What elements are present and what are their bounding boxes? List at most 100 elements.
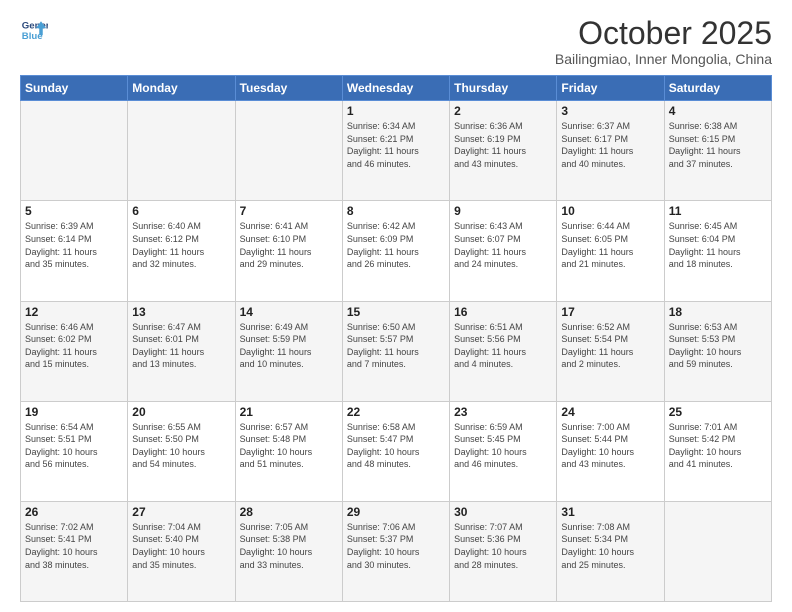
table-row: 14 Sunrise: 6:49 AM Sunset: 5:59 PM Dayli… [235,301,342,401]
table-row [235,101,342,201]
day-number: 22 [347,405,445,419]
day-number: 3 [561,104,659,118]
day-info: Sunrise: 6:46 AM Sunset: 6:02 PM Dayligh… [25,321,123,371]
table-row [21,101,128,201]
table-row: 19 Sunrise: 6:54 AM Sunset: 5:51 PM Dayli… [21,401,128,501]
day-info: Sunrise: 6:55 AM Sunset: 5:50 PM Dayligh… [132,421,230,471]
day-info: Sunrise: 6:41 AM Sunset: 6:10 PM Dayligh… [240,220,338,270]
table-row [664,501,771,601]
day-number: 7 [240,204,338,218]
day-info: Sunrise: 7:01 AM Sunset: 5:42 PM Dayligh… [669,421,767,471]
table-row: 31 Sunrise: 7:08 AM Sunset: 5:34 PM Dayli… [557,501,664,601]
table-row: 24Sunrise: 7:00 AM Sunset: 5:44 PM Dayli… [557,401,664,501]
day-info: Sunrise: 7:06 AM Sunset: 5:37 PM Dayligh… [347,521,445,571]
day-number: 4 [669,104,767,118]
table-row: 5Sunrise: 6:39 AM Sunset: 6:14 PM Daylig… [21,201,128,301]
day-number: 19 [25,405,123,419]
day-info: Sunrise: 6:39 AM Sunset: 6:14 PM Dayligh… [25,220,123,270]
day-number: 21 [240,405,338,419]
table-row: 18 Sunrise: 6:53 AM Sunset: 5:53 PM Dayli… [664,301,771,401]
table-row: 8 Sunrise: 6:42 AM Sunset: 6:09 PM Daylig… [342,201,449,301]
table-row: 30 Sunrise: 7:07 AM Sunset: 5:36 PM Dayli… [450,501,557,601]
day-number: 11 [669,204,767,218]
table-row [128,101,235,201]
day-number: 6 [132,204,230,218]
table-row: 4Sunrise: 6:38 AM Sunset: 6:15 PM Daylig… [664,101,771,201]
calendar-week-row: 5Sunrise: 6:39 AM Sunset: 6:14 PM Daylig… [21,201,772,301]
day-number: 29 [347,505,445,519]
day-number: 24 [561,405,659,419]
day-info: Sunrise: 6:36 AM Sunset: 6:19 PM Dayligh… [454,120,552,170]
day-info: Sunrise: 7:05 AM Sunset: 5:38 PM Dayligh… [240,521,338,571]
table-row: 17 Sunrise: 6:52 AM Sunset: 5:54 PM Dayli… [557,301,664,401]
day-info: Sunrise: 6:51 AM Sunset: 5:56 PM Dayligh… [454,321,552,371]
day-info: Sunrise: 6:45 AM Sunset: 6:04 PM Dayligh… [669,220,767,270]
day-number: 30 [454,505,552,519]
table-row: 7 Sunrise: 6:41 AM Sunset: 6:10 PM Daylig… [235,201,342,301]
col-friday: Friday [557,76,664,101]
day-number: 18 [669,305,767,319]
day-number: 25 [669,405,767,419]
title-block: October 2025 Bailingmiao, Inner Mongolia… [555,16,772,67]
day-number: 14 [240,305,338,319]
col-wednesday: Wednesday [342,76,449,101]
day-info: Sunrise: 7:08 AM Sunset: 5:34 PM Dayligh… [561,521,659,571]
day-info: Sunrise: 6:57 AM Sunset: 5:48 PM Dayligh… [240,421,338,471]
table-row: 11 Sunrise: 6:45 AM Sunset: 6:04 PM Dayli… [664,201,771,301]
col-tuesday: Tuesday [235,76,342,101]
day-info: Sunrise: 6:54 AM Sunset: 5:51 PM Dayligh… [25,421,123,471]
day-number: 9 [454,204,552,218]
table-row: 26 Sunrise: 7:02 AM Sunset: 5:41 PM Dayli… [21,501,128,601]
day-info: Sunrise: 6:53 AM Sunset: 5:53 PM Dayligh… [669,321,767,371]
day-info: Sunrise: 7:02 AM Sunset: 5:41 PM Dayligh… [25,521,123,571]
table-row: 12 Sunrise: 6:46 AM Sunset: 6:02 PM Dayli… [21,301,128,401]
table-row: 2 Sunrise: 6:36 AM Sunset: 6:19 PM Daylig… [450,101,557,201]
day-info: Sunrise: 6:42 AM Sunset: 6:09 PM Dayligh… [347,220,445,270]
table-row: 13 Sunrise: 6:47 AM Sunset: 6:01 PM Dayli… [128,301,235,401]
table-row: 23 Sunrise: 6:59 AM Sunset: 5:45 PM Dayli… [450,401,557,501]
col-sunday: Sunday [21,76,128,101]
calendar-week-row: 12 Sunrise: 6:46 AM Sunset: 6:02 PM Dayli… [21,301,772,401]
day-info: Sunrise: 6:47 AM Sunset: 6:01 PM Dayligh… [132,321,230,371]
calendar-header-row: Sunday Monday Tuesday Wednesday Thursday… [21,76,772,101]
day-info: Sunrise: 6:58 AM Sunset: 5:47 PM Dayligh… [347,421,445,471]
day-number: 10 [561,204,659,218]
day-info: Sunrise: 6:52 AM Sunset: 5:54 PM Dayligh… [561,321,659,371]
day-number: 13 [132,305,230,319]
day-info: Sunrise: 6:37 AM Sunset: 6:17 PM Dayligh… [561,120,659,170]
table-row: 6Sunrise: 6:40 AM Sunset: 6:12 PM Daylig… [128,201,235,301]
day-info: Sunrise: 7:07 AM Sunset: 5:36 PM Dayligh… [454,521,552,571]
day-info: Sunrise: 6:49 AM Sunset: 5:59 PM Dayligh… [240,321,338,371]
day-number: 20 [132,405,230,419]
day-number: 2 [454,104,552,118]
table-row: 22 Sunrise: 6:58 AM Sunset: 5:47 PM Dayli… [342,401,449,501]
day-number: 1 [347,104,445,118]
table-row: 15 Sunrise: 6:50 AM Sunset: 5:57 PM Dayli… [342,301,449,401]
calendar-week-row: 19 Sunrise: 6:54 AM Sunset: 5:51 PM Dayli… [21,401,772,501]
calendar-table: Sunday Monday Tuesday Wednesday Thursday… [20,75,772,602]
page: General Blue October 2025 Bailingmiao, I… [0,0,792,612]
table-row: 16Sunrise: 6:51 AM Sunset: 5:56 PM Dayli… [450,301,557,401]
subtitle: Bailingmiao, Inner Mongolia, China [555,51,772,67]
day-info: Sunrise: 6:44 AM Sunset: 6:05 PM Dayligh… [561,220,659,270]
col-monday: Monday [128,76,235,101]
day-number: 15 [347,305,445,319]
table-row: 28 Sunrise: 7:05 AM Sunset: 5:38 PM Dayli… [235,501,342,601]
day-number: 8 [347,204,445,218]
col-saturday: Saturday [664,76,771,101]
day-number: 17 [561,305,659,319]
table-row: 25 Sunrise: 7:01 AM Sunset: 5:42 PM Dayli… [664,401,771,501]
day-info: Sunrise: 6:50 AM Sunset: 5:57 PM Dayligh… [347,321,445,371]
day-number: 23 [454,405,552,419]
table-row: 9Sunrise: 6:43 AM Sunset: 6:07 PM Daylig… [450,201,557,301]
main-title: October 2025 [555,16,772,51]
logo-icon: General Blue [20,16,48,44]
day-info: Sunrise: 6:59 AM Sunset: 5:45 PM Dayligh… [454,421,552,471]
table-row: 1Sunrise: 6:34 AM Sunset: 6:21 PM Daylig… [342,101,449,201]
logo: General Blue [20,16,48,44]
day-number: 28 [240,505,338,519]
day-number: 26 [25,505,123,519]
table-row: 10 Sunrise: 6:44 AM Sunset: 6:05 PM Dayli… [557,201,664,301]
day-number: 12 [25,305,123,319]
day-number: 31 [561,505,659,519]
